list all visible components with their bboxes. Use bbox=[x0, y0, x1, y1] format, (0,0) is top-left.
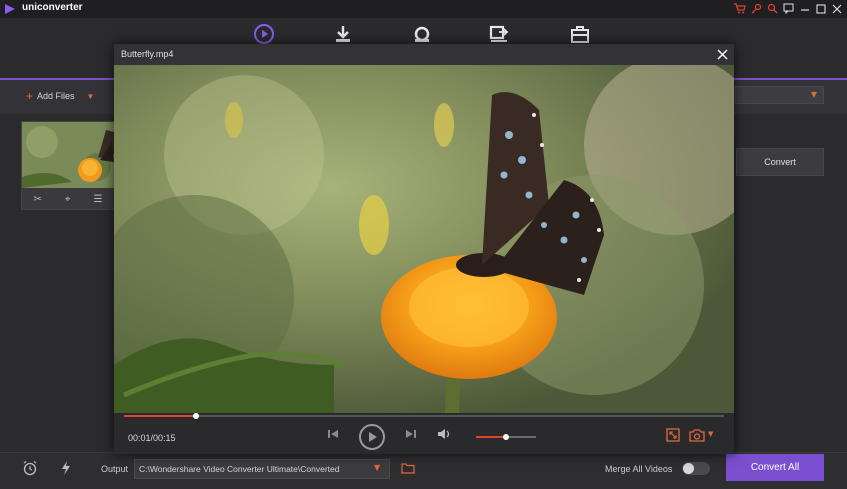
record-icon[interactable] bbox=[410, 22, 434, 46]
output-path-select[interactable]: C:\Wondershare Video Converter Ultimate\… bbox=[134, 459, 390, 479]
output-label: Output bbox=[101, 464, 129, 474]
progress-handle[interactable] bbox=[193, 413, 199, 419]
player-title: Butterfly.mp4 bbox=[121, 49, 174, 59]
search-icon[interactable] bbox=[766, 2, 779, 15]
camera-icon[interactable] bbox=[689, 428, 705, 442]
close-icon[interactable] bbox=[714, 46, 730, 62]
convert-all-button[interactable]: Convert All bbox=[726, 454, 824, 481]
skip-back-icon[interactable] bbox=[326, 427, 340, 441]
player-titlebar bbox=[114, 44, 734, 65]
merge-all-toggle[interactable] bbox=[682, 462, 710, 475]
output-format-select[interactable]: ▼ bbox=[735, 86, 824, 104]
chevron-down-icon[interactable]: ▼ bbox=[708, 430, 713, 438]
progress-bar[interactable] bbox=[124, 413, 724, 419]
volume-fill bbox=[476, 436, 506, 438]
play-icon bbox=[369, 432, 377, 442]
convert-button[interactable]: Convert bbox=[736, 148, 824, 176]
time-readout: 00:01/00:15 bbox=[128, 433, 176, 443]
skip-forward-icon[interactable] bbox=[404, 427, 418, 441]
thumbnail-tools: ✂ ⌖ ☰ bbox=[22, 190, 114, 208]
chevron-down-icon[interactable]: ▼ bbox=[87, 92, 95, 101]
merge-all-label: Merge All Videos bbox=[605, 464, 673, 474]
plus-icon: + bbox=[26, 89, 34, 103]
fullscreen-icon[interactable] bbox=[666, 428, 680, 442]
cart-icon[interactable] bbox=[733, 2, 746, 15]
toggle-knob bbox=[683, 463, 694, 474]
video-player-dialog: Butterfly.mp4 00:01/00:15 ▼ bbox=[114, 44, 734, 454]
convert-icon[interactable] bbox=[252, 22, 276, 46]
chevron-down-icon: ▼ bbox=[810, 90, 817, 99]
alarm-clock-icon[interactable] bbox=[22, 460, 38, 476]
window-titlebar bbox=[0, 0, 847, 18]
volume-slider[interactable] bbox=[476, 434, 536, 440]
app-logo-icon bbox=[5, 4, 15, 14]
video-thumbnail[interactable] bbox=[22, 122, 114, 188]
maximize-icon[interactable] bbox=[814, 2, 827, 15]
close-window-icon[interactable] bbox=[830, 2, 843, 15]
toolbox-icon[interactable] bbox=[568, 22, 592, 46]
volume-handle[interactable] bbox=[503, 434, 509, 440]
scissors-icon[interactable]: ✂ bbox=[34, 194, 42, 205]
volume-icon[interactable] bbox=[436, 427, 452, 441]
play-button[interactable] bbox=[359, 424, 385, 450]
add-files-button[interactable]: + Add Files ▼ bbox=[26, 89, 94, 103]
progress-fill bbox=[124, 415, 196, 417]
folder-icon[interactable] bbox=[401, 462, 415, 474]
effects-icon[interactable]: ☰ bbox=[94, 194, 103, 205]
feedback-icon[interactable] bbox=[782, 2, 795, 15]
add-files-label: Add Files bbox=[37, 91, 75, 101]
minimize-icon[interactable] bbox=[798, 2, 811, 15]
chevron-down-icon[interactable]: ▼ bbox=[374, 463, 380, 472]
video-frame[interactable] bbox=[114, 65, 734, 413]
crop-icon[interactable]: ⌖ bbox=[65, 194, 71, 205]
key-icon[interactable] bbox=[750, 2, 763, 15]
transfer-icon[interactable] bbox=[487, 22, 511, 46]
app-title: uniconverter bbox=[22, 2, 83, 13]
lightning-icon[interactable] bbox=[60, 460, 72, 476]
download-icon[interactable] bbox=[331, 22, 355, 46]
